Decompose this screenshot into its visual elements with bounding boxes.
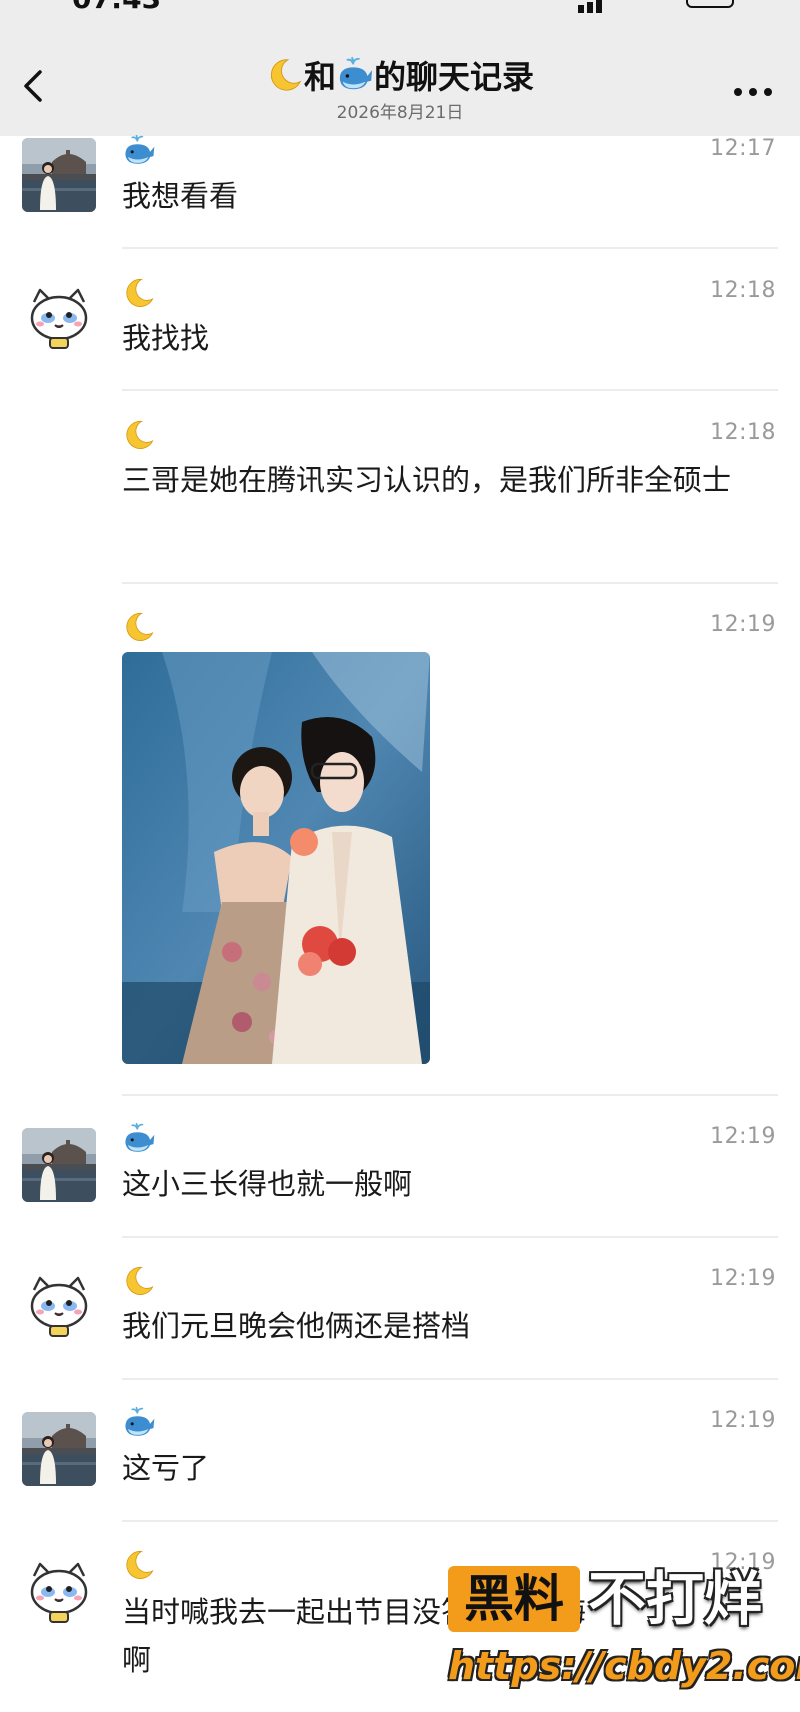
spouting-whale-emoji-icon bbox=[336, 56, 374, 94]
status-time: 07:43 bbox=[72, 0, 161, 15]
message-time: 12:18 bbox=[710, 278, 776, 303]
status-bar: 07:43 bbox=[0, 0, 800, 20]
divider bbox=[122, 582, 778, 584]
avatar[interactable] bbox=[22, 1268, 96, 1342]
avatar[interactable] bbox=[22, 138, 96, 212]
message-time: 12:17 bbox=[710, 136, 776, 161]
title-join: 和 bbox=[303, 58, 336, 96]
spouting-whale-emoji-icon bbox=[122, 134, 156, 168]
crescent-moon-emoji-icon bbox=[122, 1264, 156, 1298]
watermark: 黑料 不打烊 https://cbdy2.com bbox=[448, 1562, 800, 1690]
title-suffix: 的聊天记录 bbox=[374, 58, 535, 96]
divider bbox=[122, 389, 778, 391]
page-title: 和的聊天记录 bbox=[0, 52, 800, 98]
message-time: 12:19 bbox=[710, 1266, 776, 1291]
message-text[interactable]: 这亏了 bbox=[122, 1444, 762, 1492]
message-time: 12:19 bbox=[710, 1408, 776, 1433]
avatar[interactable] bbox=[22, 280, 96, 354]
message-text-line2: 啊 bbox=[122, 1643, 152, 1677]
message-time: 12:19 bbox=[710, 1124, 776, 1149]
crescent-moon-emoji-icon bbox=[122, 276, 156, 310]
message-time: 12:19 bbox=[710, 612, 776, 637]
crescent-moon-emoji-icon bbox=[122, 418, 156, 452]
message-text[interactable]: 我找找 bbox=[122, 314, 762, 362]
crescent-moon-emoji-icon bbox=[266, 56, 304, 94]
watermark-url: https://cbdy2.com bbox=[448, 1644, 800, 1688]
spouting-whale-emoji-icon bbox=[122, 1406, 156, 1440]
divider bbox=[122, 1236, 778, 1238]
signal-icon bbox=[578, 0, 605, 13]
avatar[interactable] bbox=[22, 1412, 96, 1486]
message-text[interactable]: 我想看看 bbox=[122, 172, 762, 220]
battery-icon bbox=[686, 0, 734, 8]
more-dots-icon bbox=[734, 88, 742, 96]
divider bbox=[122, 1094, 778, 1096]
avatar[interactable] bbox=[22, 1554, 96, 1628]
more-options-button[interactable] bbox=[730, 80, 776, 104]
watermark-badge: 黑料 bbox=[448, 1566, 580, 1632]
message-text[interactable]: 我们元旦晚会他俩还是搭档 bbox=[122, 1302, 762, 1350]
chat-date: 2026年8月21日 bbox=[336, 103, 464, 123]
message-time: 12:18 bbox=[710, 420, 776, 445]
divider bbox=[122, 1520, 778, 1522]
wedding-photo-image[interactable] bbox=[122, 652, 430, 1064]
crescent-moon-emoji-icon bbox=[122, 610, 156, 644]
crescent-moon-emoji-icon bbox=[122, 1548, 156, 1582]
chat-history-header: 和的聊天记录 2026年8月21日 bbox=[0, 20, 800, 136]
divider bbox=[122, 1378, 778, 1380]
divider bbox=[122, 247, 778, 249]
spouting-whale-emoji-icon bbox=[122, 1122, 156, 1156]
avatar[interactable] bbox=[22, 1128, 96, 1202]
message-text[interactable]: 三哥是她在腾讯实习认识的，是我们所非全硕士 bbox=[122, 456, 758, 504]
message-text[interactable]: 这小三长得也就一般啊 bbox=[122, 1160, 762, 1208]
watermark-slogan: 不打烊 bbox=[588, 1565, 763, 1633]
message-text-line1: 当时喊我去一起出节目 bbox=[122, 1595, 413, 1629]
